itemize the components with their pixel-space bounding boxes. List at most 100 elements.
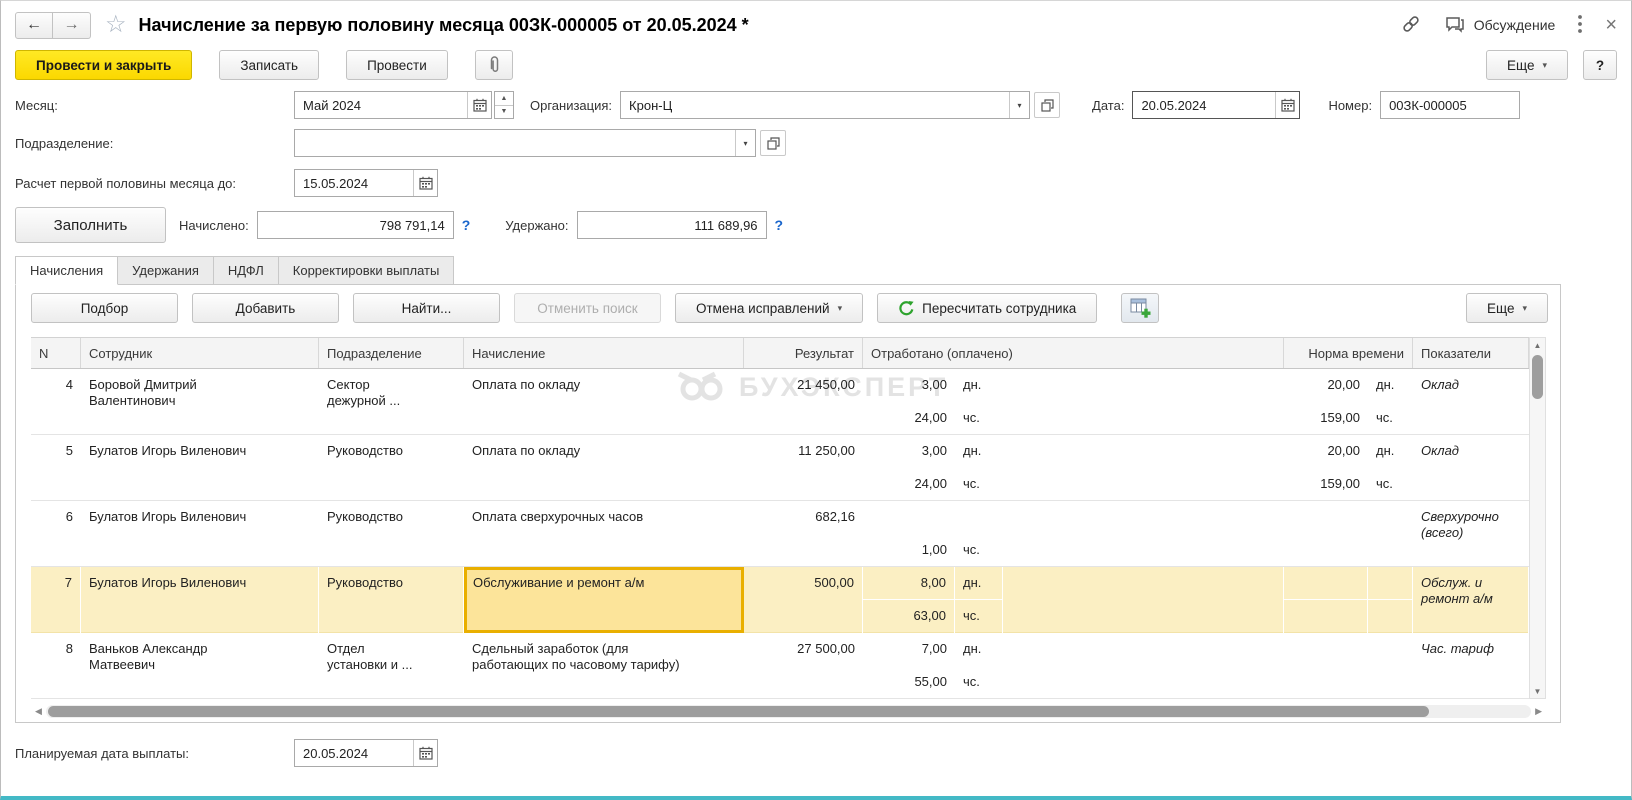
date-input[interactable]: 20.05.2024 (1132, 91, 1300, 119)
accrual-cell[interactable]: Оплата по окладу (464, 435, 744, 501)
worked-days-cell[interactable] (863, 501, 955, 534)
norm-days-unit[interactable]: дн. (1368, 435, 1413, 468)
row-number-cell[interactable]: 6 (31, 501, 81, 567)
worked-filler-cell[interactable] (1003, 567, 1284, 633)
worked-hours-unit[interactable]: чс. (955, 600, 1003, 633)
result-cell[interactable]: 21 450,00 (744, 369, 863, 435)
norm-hours-cell[interactable] (1284, 666, 1368, 699)
table-row[interactable]: 5 Булатов Игорь Виленович Руководство Оп… (31, 435, 1529, 501)
norm-hours-unit[interactable]: чс. (1368, 402, 1413, 435)
favorite-star-icon[interactable]: ☆ (105, 13, 127, 37)
table-row[interactable]: 7 Булатов Игорь Виленович Руководство Об… (31, 567, 1529, 633)
worked-filler-cell[interactable] (1003, 435, 1284, 501)
forward-button[interactable]: → (53, 12, 91, 39)
tab-ndfl[interactable]: НДФЛ (214, 256, 279, 285)
scroll-down-icon[interactable]: ▼ (1534, 684, 1542, 698)
norm-hours-cell[interactable] (1284, 600, 1368, 633)
norm-days-cell[interactable] (1284, 633, 1368, 666)
employee-cell[interactable]: Булатов Игорь Виленович (81, 501, 319, 567)
withheld-value[interactable]: 111 689,96 (577, 211, 767, 239)
norm-days-unit[interactable]: дн. (1368, 369, 1413, 402)
calendar-icon[interactable] (413, 170, 437, 196)
norm-hours-cell[interactable]: 159,00 (1284, 468, 1368, 501)
department-cell[interactable]: Руководство (319, 435, 464, 501)
withheld-help-icon[interactable]: ? (775, 217, 784, 233)
calendar-icon[interactable] (467, 92, 491, 118)
scroll-up-icon[interactable]: ▲ (1534, 338, 1542, 352)
worked-hours-cell[interactable]: 24,00 (863, 468, 955, 501)
norm-hours-unit[interactable]: чс. (1368, 468, 1413, 501)
cancel-corrections-button[interactable]: Отмена исправлений ▾ (675, 293, 863, 323)
worked-hours-unit[interactable]: чс. (955, 534, 1003, 567)
worked-hours-cell[interactable]: 24,00 (863, 402, 955, 435)
calendar-icon[interactable] (413, 740, 437, 766)
help-button[interactable]: ? (1583, 50, 1617, 80)
fill-button[interactable]: Заполнить (15, 207, 166, 243)
indicator-cell[interactable]: Час. тариф (1413, 633, 1529, 699)
month-stepper[interactable]: ▲ ▼ (494, 91, 514, 119)
norm-hours-cell[interactable]: 159,00 (1284, 402, 1368, 435)
accrual-cell[interactable]: Обслуживание и ремонт а/м (464, 567, 744, 633)
result-cell[interactable]: 682,16 (744, 501, 863, 567)
employee-cell[interactable]: Ваньков Александр Матвеевич (81, 633, 319, 699)
indicator-cell[interactable]: Оклад (1413, 369, 1529, 435)
post-and-close-button[interactable]: Провести и закрыть (15, 50, 192, 80)
table-more-button[interactable]: Еще ▾ (1466, 293, 1548, 323)
calendar-icon[interactable] (1275, 92, 1299, 118)
table-row[interactable]: 8 Ваньков Александр Матвеевич Отдел уста… (31, 633, 1529, 699)
worked-days-unit[interactable]: дн. (955, 435, 1003, 468)
norm-hours-unit[interactable] (1368, 534, 1413, 567)
indicator-cell[interactable]: Сверхурочно (всего) (1413, 501, 1529, 567)
worked-days-unit[interactable]: дн. (955, 567, 1003, 600)
row-number-cell[interactable]: 8 (31, 633, 81, 699)
accrual-cell[interactable]: Оплата по окладу (464, 369, 744, 435)
row-number-cell[interactable]: 7 (31, 567, 81, 633)
kebab-menu-icon[interactable] (1577, 14, 1583, 37)
form-more-button[interactable]: Еще ▾ (1486, 50, 1568, 80)
worked-days-cell[interactable]: 7,00 (863, 633, 955, 666)
tab-accruals[interactable]: Начисления (15, 256, 118, 285)
norm-hours-unit[interactable] (1368, 666, 1413, 699)
worked-days-unit[interactable]: дн. (955, 633, 1003, 666)
add-button[interactable]: Добавить (192, 293, 339, 323)
norm-days-unit[interactable] (1368, 567, 1413, 600)
norm-days-cell[interactable] (1284, 567, 1368, 600)
accrual-cell[interactable]: Сдельный заработок (для работающих по ча… (464, 633, 744, 699)
add-columns-button[interactable] (1121, 293, 1159, 323)
vertical-scrollbar[interactable]: ▲ ▼ (1529, 337, 1546, 699)
worked-hours-unit[interactable]: чс. (955, 402, 1003, 435)
horizontal-scroll-thumb[interactable] (48, 706, 1429, 717)
employee-cell[interactable]: Боровой Дмитрий Валентинович (81, 369, 319, 435)
tab-payment-adjustments[interactable]: Корректировки выплаты (279, 256, 455, 285)
department-input[interactable]: ▾ (294, 129, 756, 157)
employee-cell[interactable]: Булатов Игорь Виленович (81, 567, 319, 633)
norm-hours-unit[interactable] (1368, 600, 1413, 633)
tab-deductions[interactable]: Удержания (118, 256, 214, 285)
norm-days-unit[interactable] (1368, 633, 1413, 666)
calc-until-input[interactable]: 15.05.2024 (294, 169, 438, 197)
get-link-icon[interactable] (1400, 13, 1422, 38)
scroll-left-icon[interactable]: ◀ (31, 706, 46, 717)
norm-hours-cell[interactable] (1284, 534, 1368, 567)
department-open-icon[interactable] (760, 130, 786, 156)
dropdown-icon[interactable]: ▾ (735, 130, 755, 156)
row-number-cell[interactable]: 4 (31, 369, 81, 435)
department-cell[interactable]: Руководство (319, 501, 464, 567)
result-cell[interactable]: 27 500,00 (744, 633, 863, 699)
close-icon[interactable]: × (1605, 15, 1617, 35)
worked-filler-cell[interactable] (1003, 501, 1284, 567)
dropdown-icon[interactable]: ▾ (1009, 92, 1029, 118)
horizontal-scrollbar[interactable]: ◀ ▶ (31, 704, 1546, 718)
table-row[interactable]: 6 Булатов Игорь Виленович Руководство Оп… (31, 501, 1529, 567)
result-cell[interactable]: 11 250,00 (744, 435, 863, 501)
worked-hours-cell[interactable]: 55,00 (863, 666, 955, 699)
vertical-scroll-thumb[interactable] (1532, 355, 1543, 399)
worked-days-unit[interactable]: дн. (955, 369, 1003, 402)
worked-days-cell[interactable]: 3,00 (863, 369, 955, 402)
worked-days-cell[interactable]: 8,00 (863, 567, 955, 600)
indicator-cell[interactable]: Обслуж. и ремонт а/м (1413, 567, 1529, 633)
organization-open-icon[interactable] (1034, 92, 1060, 118)
accrued-help-icon[interactable]: ? (462, 217, 471, 233)
worked-days-cell[interactable]: 3,00 (863, 435, 955, 468)
discussion-control[interactable]: Обсуждение (1444, 14, 1556, 37)
